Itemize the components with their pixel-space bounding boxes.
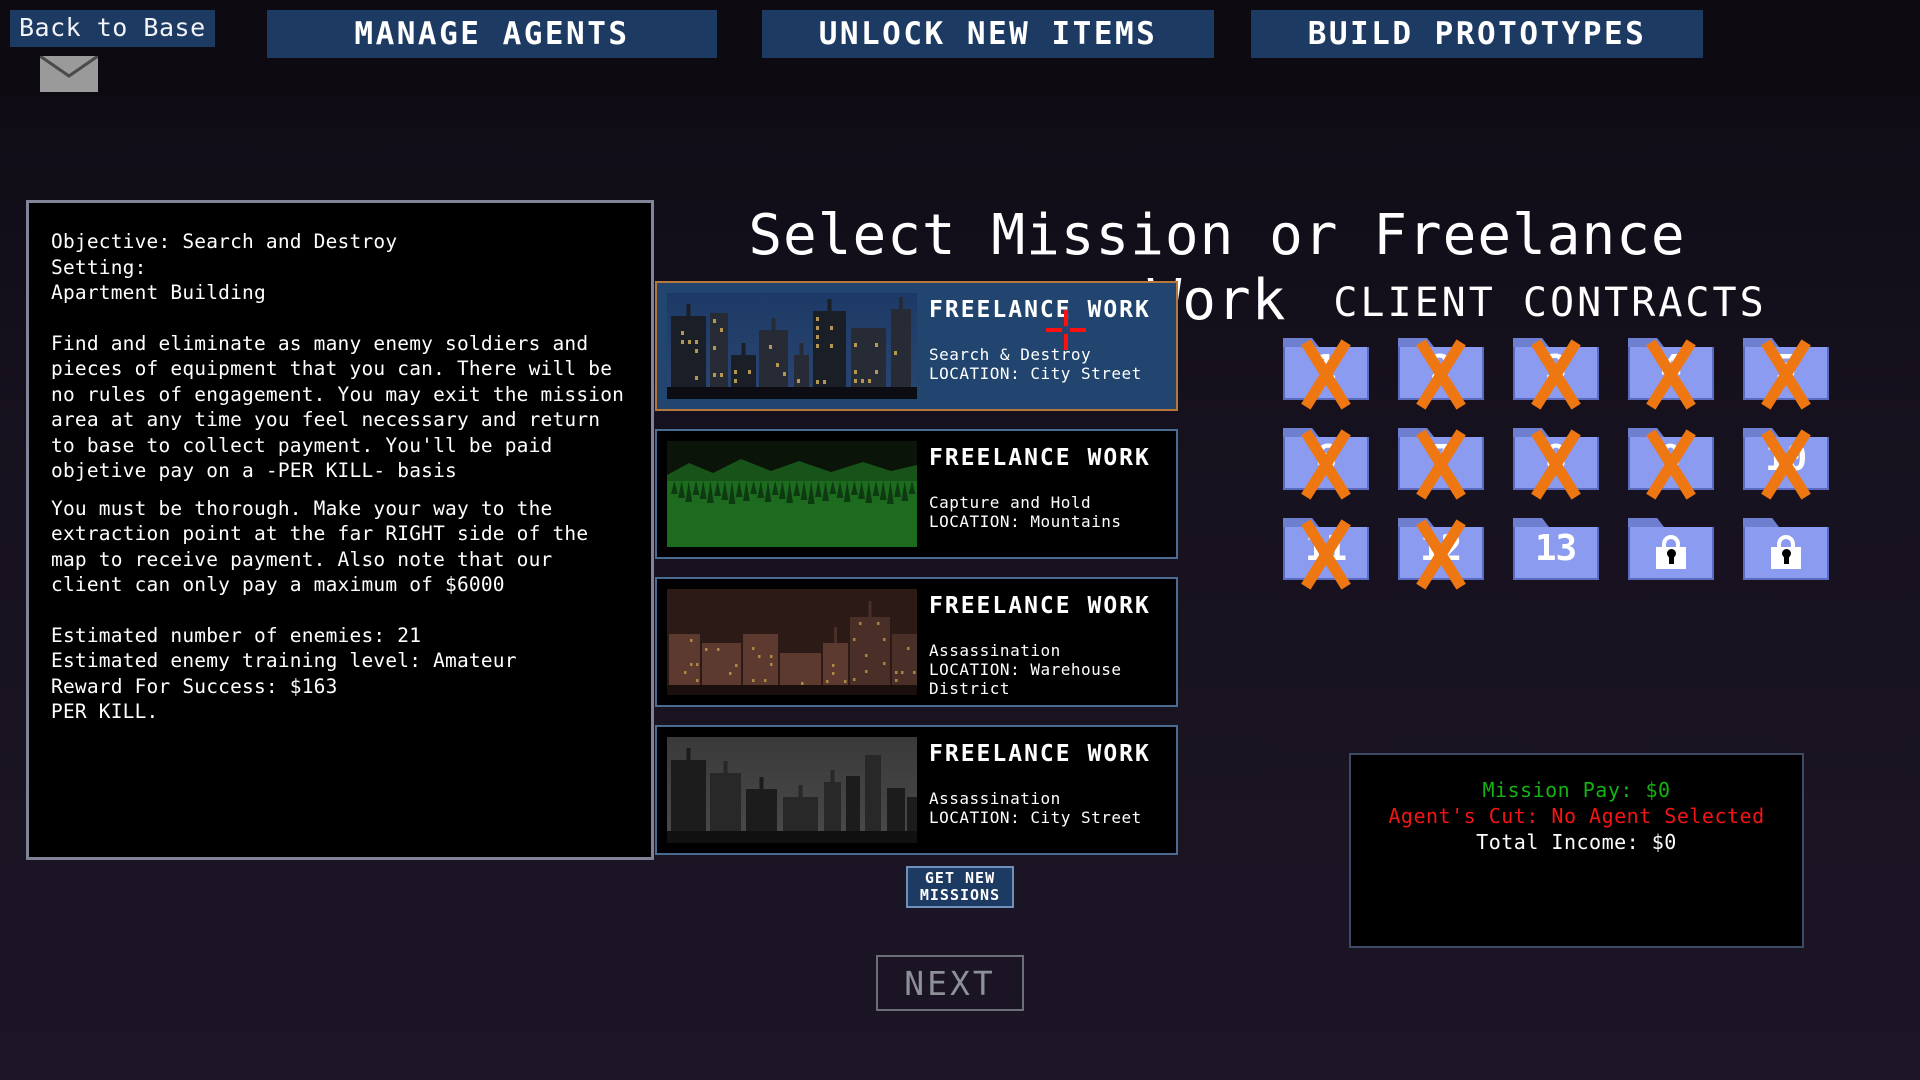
completed-x-icon	[1406, 339, 1476, 410]
crosshair-cursor-icon	[1046, 310, 1086, 350]
contract-folder-cell: 9	[1613, 428, 1728, 518]
contract-folder-10[interactable]: 10	[1742, 428, 1829, 500]
client-contracts-title: CLIENT CONTRACTS	[1333, 280, 1767, 326]
completed-x-icon	[1291, 339, 1361, 410]
contract-folder-3[interactable]: 3	[1512, 338, 1599, 410]
mission-card-location: LOCATION: Mountains	[929, 512, 1122, 531]
client-contracts-grid: 12345678910111213	[1268, 338, 1843, 608]
mission-card-title: FREELANCE WORK	[929, 445, 1151, 471]
contract-folder-locked	[1627, 518, 1714, 580]
mission-thumbnail-city-grey	[667, 737, 917, 843]
agents-cut-value: Agent's Cut: No Agent Selected	[1388, 804, 1765, 828]
completed-x-icon	[1406, 519, 1476, 590]
contract-folder-9[interactable]: 9	[1627, 428, 1714, 500]
contract-folder-12[interactable]: 12	[1397, 518, 1484, 590]
contract-folder-1[interactable]: 1	[1282, 338, 1369, 410]
completed-x-icon	[1751, 339, 1821, 410]
contract-folder-cell: 7	[1383, 428, 1498, 518]
contract-folder-13[interactable]: 13	[1512, 518, 1599, 580]
mission-thumbnail-warehouse	[667, 589, 917, 695]
briefing-paragraph-2: You must be thorough. Make your way to t…	[51, 496, 589, 597]
mission-pay-value: Mission Pay: $0	[1482, 778, 1671, 802]
get-new-missions-line1: GET NEW	[924, 869, 996, 887]
mission-card[interactable]: FREELANCE WORK Capture and Hold LOCATION: …	[655, 429, 1178, 559]
contract-folder-cell: 13	[1498, 518, 1613, 608]
contract-folder-cell: 4	[1613, 338, 1728, 428]
contract-folder-7[interactable]: 7	[1397, 428, 1484, 500]
lock-icon	[1655, 535, 1686, 569]
folder-number: 13	[1534, 528, 1577, 569]
nav-unlock-new-items[interactable]: UNLOCK NEW ITEMS	[762, 10, 1214, 58]
completed-x-icon	[1636, 339, 1706, 410]
mission-card-location: LOCATION: Warehouse District	[929, 660, 1122, 698]
contract-folder-5[interactable]: 5	[1742, 338, 1829, 410]
mission-thumbnail-mountains	[667, 441, 917, 547]
game-screen: Back to Base MANAGE AGENTS UNLOCK NEW IT…	[0, 0, 1920, 1080]
briefing-enemy-count: Estimated number of enemies: 21	[51, 623, 422, 647]
back-to-base-button[interactable]: Back to Base	[10, 10, 215, 47]
briefing-per-kill: PER KILL.	[51, 700, 159, 723]
mission-list: FREELANCE WORK Search & Destroy LOCATION: …	[655, 281, 1178, 873]
mission-card-location: LOCATION: City Street	[929, 364, 1142, 383]
contract-folder-cell: 8	[1498, 428, 1613, 518]
total-income-value: Total Income: $0	[1476, 830, 1677, 854]
income-summary-panel: Mission Pay: $0 Agent's Cut: No Agent Se…	[1349, 753, 1804, 948]
contract-folder-cell: 11	[1268, 518, 1383, 608]
mission-card-text: FREELANCE WORK Capture and Hold LOCATION: …	[917, 431, 1176, 557]
mission-card[interactable]: FREELANCE WORK Search & Destroy LOCATION: …	[655, 281, 1178, 411]
contract-folder-cell	[1728, 518, 1843, 608]
get-new-missions-button[interactable]: GET NEW MISSIONS	[906, 866, 1014, 908]
briefing-enemy-training: Estimated enemy training level: Amateur	[51, 649, 517, 672]
completed-x-icon	[1406, 429, 1476, 500]
briefing-setting-value: Apartment Building	[51, 281, 266, 304]
mission-card-type: Assassination	[929, 641, 1061, 660]
completed-x-icon	[1521, 339, 1591, 410]
mission-card-location: LOCATION: City Street	[929, 808, 1142, 827]
mission-card[interactable]: FREELANCE WORK Assassination LOCATION: Cit…	[655, 725, 1178, 855]
contract-folder-11[interactable]: 11	[1282, 518, 1369, 590]
mission-card[interactable]: FREELANCE WORK Assassination LOCATION: War…	[655, 577, 1178, 707]
mission-card-type: Assassination	[929, 789, 1061, 808]
completed-x-icon	[1636, 429, 1706, 500]
next-button[interactable]: NEXT	[876, 955, 1024, 1011]
envelope-icon[interactable]	[40, 56, 98, 92]
contract-folder-8[interactable]: 8	[1512, 428, 1599, 500]
contract-folder-cell: 1	[1268, 338, 1383, 428]
nav-manage-agents[interactable]: MANAGE AGENTS	[267, 10, 717, 58]
mission-card-text: FREELANCE WORK Assassination LOCATION: War…	[917, 579, 1176, 705]
contract-folder-cell: 10	[1728, 428, 1843, 518]
completed-x-icon	[1521, 429, 1591, 500]
completed-x-icon	[1291, 429, 1361, 500]
top-navigation-bar: Back to Base MANAGE AGENTS UNLOCK NEW IT…	[0, 0, 1920, 96]
contract-folder-2[interactable]: 2	[1397, 338, 1484, 410]
briefing-reward: Reward For Success: $163	[51, 674, 338, 698]
contract-folder-6[interactable]: 6	[1282, 428, 1369, 500]
briefing-setting-label: Setting:	[51, 255, 147, 279]
briefing-objective: Objective: Search and Destroy	[51, 230, 398, 253]
mission-card-type: Capture and Hold	[929, 493, 1092, 512]
lock-icon	[1770, 535, 1801, 569]
get-new-missions-line2: MISSIONS	[919, 886, 1001, 904]
mission-card-text: FREELANCE WORK Assassination LOCATION: Cit…	[917, 727, 1176, 853]
contract-folder-cell: 5	[1728, 338, 1843, 428]
contract-folder-cell: 6	[1268, 428, 1383, 518]
contract-folder-4[interactable]: 4	[1627, 338, 1714, 410]
nav-build-prototypes[interactable]: BUILD PROTOTYPES	[1251, 10, 1703, 58]
contract-folder-cell: 3	[1498, 338, 1613, 428]
briefing-paragraph-1: Find and eliminate as many enemy soldier…	[51, 331, 625, 483]
completed-x-icon	[1751, 429, 1821, 500]
contract-folder-cell: 2	[1383, 338, 1498, 428]
contract-folder-locked	[1742, 518, 1829, 580]
contract-folder-cell: 12	[1383, 518, 1498, 608]
contract-folder-cell	[1613, 518, 1728, 608]
mission-card-title: FREELANCE WORK	[929, 593, 1151, 619]
mission-card-title: FREELANCE WORK	[929, 741, 1151, 767]
completed-x-icon	[1291, 519, 1361, 590]
mission-thumbnail-city-night	[667, 293, 917, 399]
mission-briefing-panel: Objective: Search and Destroy Setting: A…	[26, 200, 654, 860]
